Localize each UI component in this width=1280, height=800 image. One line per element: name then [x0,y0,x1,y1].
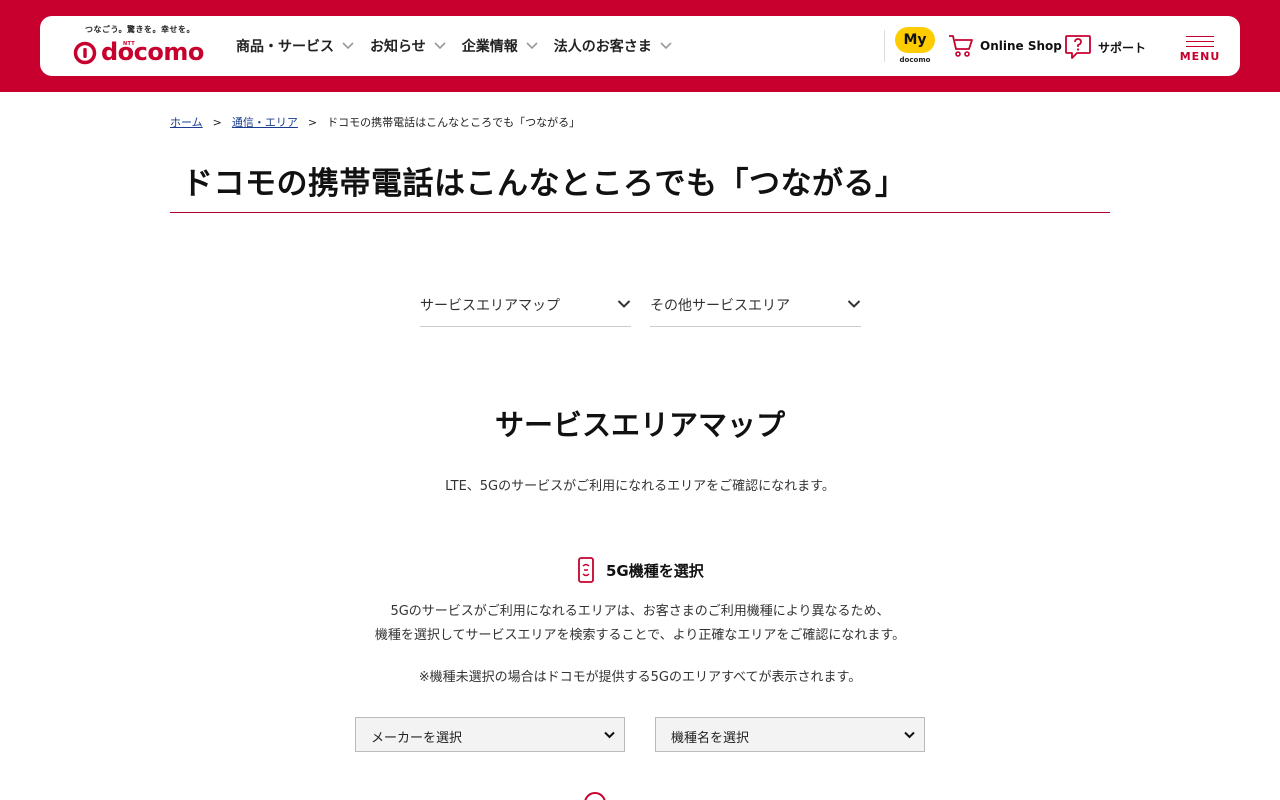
nav-item-corporate[interactable]: 企業情報 [462,36,538,56]
nav-item-products[interactable]: 商品・サービス [236,36,354,56]
my-docomo-badge: My [895,27,935,53]
section-description: LTE、5Gのサービスがご利用になれるエリアをご確認になれます。 [445,479,835,494]
paragraph-2: 機種を選択してサービスエリアを検索することで、より正確なエリアをご確認になれます… [374,628,906,643]
cart-icon [949,35,973,57]
sub-heading-5g: 5G機種を選択 [576,556,704,584]
chevron-down-icon [526,42,538,50]
paragraph-1: 5Gのサービスがご利用になれるエリアは、お客さまのご利用機種により異なるため、 [390,604,890,619]
chevron-down-icon [342,42,354,50]
circle-icon [584,792,606,800]
breadcrumb-area[interactable]: 通信・エリア [232,114,298,130]
hamburger-line [1186,46,1214,47]
breadcrumb-separator: > [212,115,222,129]
anchor-label: その他サービスエリア [650,298,790,314]
chevron-down-icon [660,42,672,50]
chevron-down-icon [904,731,915,739]
my-docomo-sub: docomo [899,56,931,64]
site-header: つなごう。驚きを。幸せを。 NTT docomo 商品・サービス お知らせ 企業… [40,16,1240,76]
anchor-other-service-area[interactable]: その他サービスエリア [650,286,861,327]
support-link[interactable]: サポート [1064,34,1146,60]
5g-phone-icon [578,557,594,583]
online-shop-link[interactable]: Online Shop [948,34,1062,58]
maker-select-value: メーカーを選択 [371,731,463,746]
menu-label: MENU [1179,50,1221,63]
chevron-down-icon [617,300,631,308]
support-label: サポート [1098,40,1147,55]
question-bubble-icon [1065,35,1091,59]
model-select-value: 機種名を選択 [671,731,750,746]
page-title: ドコモの携帯電話はこんなところでも「つながる」 [182,166,907,202]
section-title: サービスエリアマップ [494,408,785,442]
breadcrumb: ホーム > 通信・エリア > ドコモの携帯電話はこんなところでも「つながる」 [170,114,580,130]
nav-item-news[interactable]: お知らせ [370,36,446,56]
breadcrumb-separator: > [307,115,318,129]
menu-button[interactable]: MENU [1178,32,1222,68]
breadcrumb-home[interactable]: ホーム [170,114,203,130]
model-select[interactable]: 機種名を選択 [655,717,925,752]
title-underline [170,212,1110,213]
header-divider [884,30,885,62]
online-shop-label: Online Shop [980,39,1062,53]
docomo-circle-icon [73,41,97,65]
nav-item-label: 法人のお客さま [553,39,652,55]
hamburger-line [1186,36,1214,37]
nav-item-label: 商品・サービス [236,39,334,55]
hamburger-line [1186,41,1214,42]
chevron-down-icon [847,300,861,308]
nav-item-business[interactable]: 法人のお客さま [554,36,672,56]
chevron-down-icon [434,42,446,50]
nav-item-label: お知らせ [370,39,426,55]
sub-heading-label: 5G機種を選択 [606,561,704,580]
anchor-label: サービスエリアマップ [420,298,560,314]
anchor-service-area-map[interactable]: サービスエリアマップ [420,286,631,327]
nav-item-label: 企業情報 [461,39,518,55]
chevron-down-icon [604,731,615,739]
logo-tagline: つなごう。驚きを。幸せを。 [85,25,196,34]
my-docomo-button[interactable]: My docomo [895,27,935,65]
docomo-logo[interactable]: つなごう。驚きを。幸せを。 NTT docomo [73,24,204,70]
note-text: ※機種未選択の場合はドコモが提供する5Gのエリアすべてが表示されます。 [418,670,862,685]
breadcrumb-current: ドコモの携帯電話はこんなところでも「つながる」 [327,116,581,129]
global-nav: 商品・サービス お知らせ 企業情報 法人のお客さま [236,16,688,76]
maker-select[interactable]: メーカーを選択 [355,717,625,752]
logo-wordmark: docomo [101,38,204,66]
